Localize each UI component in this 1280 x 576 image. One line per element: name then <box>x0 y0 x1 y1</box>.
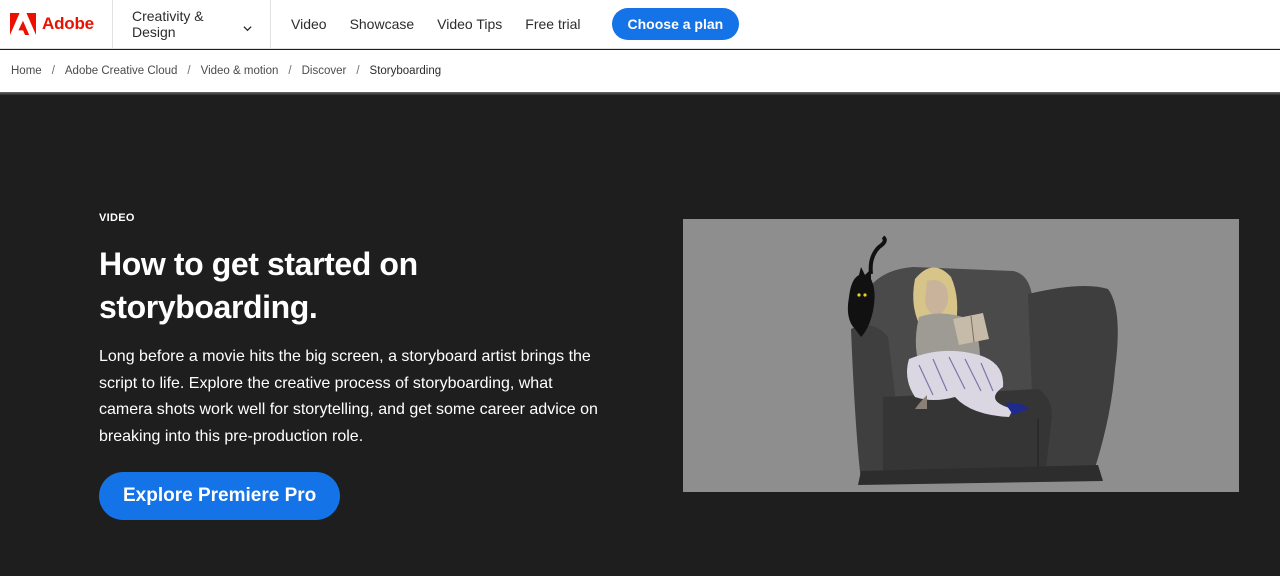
hero-section: VIDEO How to get started on storyboardin… <box>0 95 1280 576</box>
storyboard-illustration <box>683 219 1239 492</box>
breadcrumb-separator: / <box>51 65 55 77</box>
breadcrumb-current: Storyboarding <box>369 65 442 77</box>
breadcrumb: Home / Adobe Creative Cloud / Video & mo… <box>0 50 1280 92</box>
page-title: How to get started on storyboarding. <box>99 246 418 325</box>
brand-name: Adobe <box>42 14 94 33</box>
breadcrumb-separator: / <box>356 65 360 77</box>
breadcrumb-home[interactable]: Home <box>11 65 42 77</box>
explore-premiere-pro-button[interactable]: Explore Premiere Pro <box>99 472 341 520</box>
nav-links: Video Showcase Video Tips Free trial Cho… <box>271 0 740 49</box>
adobe-logo-icon <box>10 13 36 35</box>
breadcrumb-video-motion[interactable]: Video & motion <box>201 65 279 77</box>
nav-link-video[interactable]: Video <box>291 16 327 32</box>
breadcrumb-creative-cloud[interactable]: Adobe Creative Cloud <box>65 65 178 77</box>
breadcrumb-separator: / <box>187 65 191 77</box>
creativity-design-dropdown[interactable]: Creativity & Design <box>113 0 271 49</box>
global-nav: Adobe Creativity & Design Video Showcase… <box>0 0 1280 49</box>
adobe-brand-link[interactable]: Adobe <box>0 0 113 49</box>
nav-link-free-trial[interactable]: Free trial <box>525 16 580 32</box>
chevron-down-icon <box>243 20 252 31</box>
breadcrumb-discover[interactable]: Discover <box>302 65 347 77</box>
nav-link-showcase[interactable]: Showcase <box>350 16 415 32</box>
dropdown-label: Creativity & Design <box>132 8 204 40</box>
hero-eyebrow: VIDEO <box>99 212 135 224</box>
breadcrumb-separator: / <box>288 65 292 77</box>
nav-link-video-tips[interactable]: Video Tips <box>437 16 502 32</box>
hero-description: Long before a movie hits the big screen,… <box>99 348 598 445</box>
choose-a-plan-button[interactable]: Choose a plan <box>611 8 740 40</box>
